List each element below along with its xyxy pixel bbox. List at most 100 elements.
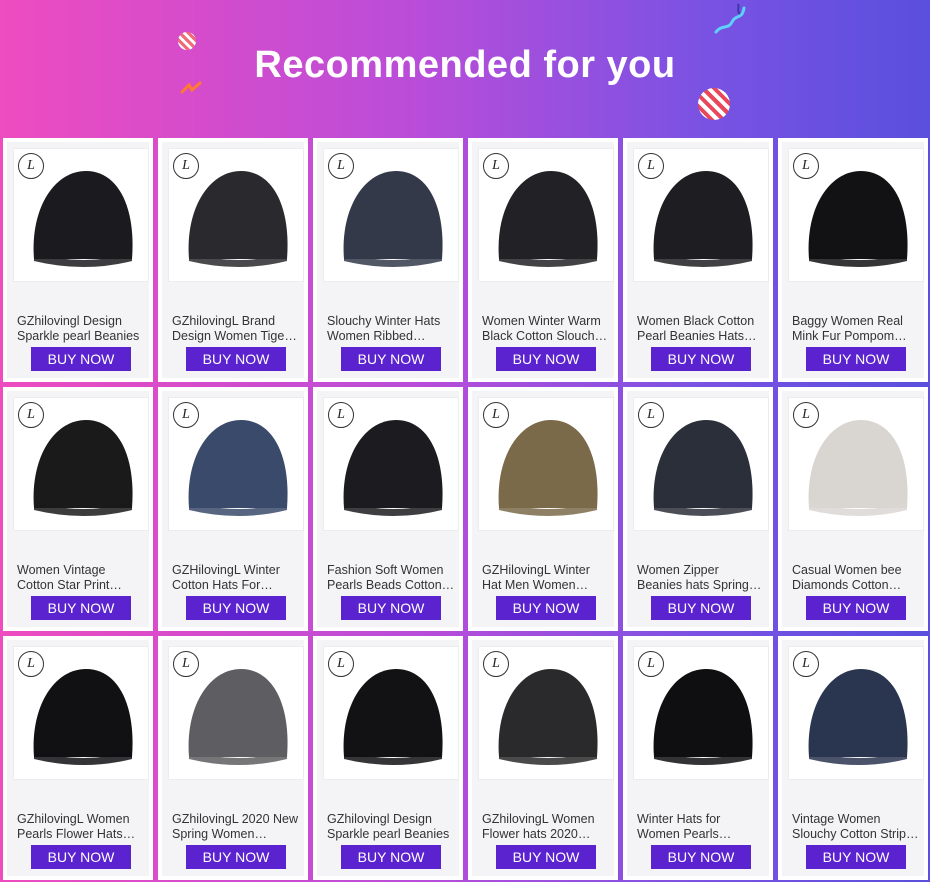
buy-now-button[interactable]: BUY NOW — [186, 347, 286, 371]
product-title[interactable]: Baggy Women Real Mink Fur Pompom Beanie — [792, 314, 920, 344]
product-image[interactable]: L — [168, 397, 304, 531]
product-card[interactable]: L GZHilovingL Winter Cotton Hats For Wome… — [158, 387, 308, 631]
buy-now-button[interactable]: BUY NOW — [31, 845, 131, 869]
product-card[interactable]: L Slouchy Winter Hats Women Ribbed Beanie… — [313, 138, 463, 382]
product-title[interactable]: GZhilovingl Design Sparkle pearl Beanies — [327, 812, 455, 842]
brand-logo-icon: L — [483, 402, 509, 428]
buy-now-button[interactable]: BUY NOW — [186, 596, 286, 620]
product-title[interactable]: Casual Women bee Diamonds Cotton Beanie — [792, 563, 920, 593]
product-title[interactable]: GZhilovingL Brand Design Women Tiger Hat… — [172, 314, 300, 344]
product-card[interactable]: L GZhilovingL Women Pearls Flower Hats Ca… — [3, 636, 153, 880]
product-image[interactable]: L — [13, 646, 149, 780]
product-card[interactable]: L Women Vintage Cotton Star Print Beanie B… — [3, 387, 153, 631]
product-card[interactable]: L Women Zipper Beanies hats Spring Autumn… — [623, 387, 773, 631]
product-title[interactable]: GZHilovingL Winter Hat Men Women Camoufl… — [482, 563, 610, 593]
product-card-body: L GZHilovingL Winter Cotton Hats For Wome… — [162, 391, 304, 627]
product-image[interactable]: L — [478, 397, 614, 531]
product-title[interactable]: Vintage Women Slouchy Cotton Stripe Hat — [792, 812, 920, 842]
striped-ball-icon — [698, 88, 730, 120]
buy-now-button[interactable]: BUY NOW — [31, 347, 131, 371]
product-card-body: L GZhilovingL 2020 New Spring Women Beani… — [162, 640, 304, 876]
product-card-body: L GZhilovingL Brand Design Women Tiger Ha… — [162, 142, 304, 378]
product-card-body: L Women Winter Warm Black Cotton Slouchy … — [472, 142, 614, 378]
product-title[interactable]: GZhilovingl Design Sparkle pearl Beanies — [17, 314, 145, 344]
product-title[interactable]: Women Vintage Cotton Star Print Beanie — [17, 563, 145, 593]
product-card-body: L GZhilovingL Women Flower hats 2020 Spri… — [472, 640, 614, 876]
brand-logo-icon: L — [793, 402, 819, 428]
buy-now-button[interactable]: BUY NOW — [31, 596, 131, 620]
product-image[interactable]: L — [478, 646, 614, 780]
brand-logo-icon: L — [328, 651, 354, 677]
product-card[interactable]: L GZhilovingL 2020 New Spring Women Beani… — [158, 636, 308, 880]
product-card[interactable]: L Casual Women bee Diamonds Cotton Beanie… — [778, 387, 928, 631]
product-image[interactable]: L — [168, 148, 304, 282]
product-image[interactable]: L — [168, 646, 304, 780]
product-image[interactable]: L — [633, 397, 769, 531]
brand-logo-icon: L — [638, 153, 664, 179]
buy-now-button[interactable]: BUY NOW — [186, 845, 286, 869]
product-image[interactable]: L — [788, 646, 924, 780]
product-image[interactable]: L — [323, 148, 459, 282]
buy-now-button[interactable]: BUY NOW — [651, 845, 751, 869]
buy-now-button[interactable]: BUY NOW — [651, 596, 751, 620]
product-card[interactable]: L Fashion Soft Women Pearls Beads Cotton … — [313, 387, 463, 631]
brand-logo-icon: L — [793, 153, 819, 179]
product-card[interactable]: L Vintage Women Slouchy Cotton Stripe Hat… — [778, 636, 928, 880]
product-title[interactable]: GZhilovingL 2020 New Spring Women Beanie… — [172, 812, 300, 842]
product-card[interactable]: L Baggy Women Real Mink Fur Pompom Beanie… — [778, 138, 928, 382]
product-card-body: L Baggy Women Real Mink Fur Pompom Beanie… — [782, 142, 924, 378]
product-image[interactable]: L — [13, 148, 149, 282]
product-card[interactable]: L GZhilovingL Women Flower hats 2020 Spri… — [468, 636, 618, 880]
product-grid: L GZhilovingl Design Sparkle pearl Beanie… — [0, 138, 930, 882]
product-card[interactable]: L GZhilovingL Brand Design Women Tiger Ha… — [158, 138, 308, 382]
product-card[interactable]: L Women Winter Warm Black Cotton Slouchy … — [468, 138, 618, 382]
product-card[interactable]: L GZhilovingl Design Sparkle pearl Beanie… — [313, 636, 463, 880]
product-card[interactable]: L Women Black Cotton Pearl Beanies Hats S… — [623, 138, 773, 382]
brand-logo-icon: L — [18, 402, 44, 428]
buy-now-button[interactable]: BUY NOW — [341, 347, 441, 371]
brand-logo-icon: L — [328, 153, 354, 179]
product-card[interactable]: L GZhilovingl Design Sparkle pearl Beanie… — [3, 138, 153, 382]
brand-logo-icon: L — [483, 651, 509, 677]
product-card[interactable]: L Winter Hats for Women Pearls Beanies BUY… — [623, 636, 773, 880]
ribbon-streamer-icon — [714, 3, 746, 34]
product-image[interactable]: L — [478, 148, 614, 282]
brand-logo-icon: L — [173, 651, 199, 677]
product-card-body: L GZhilovingl Design Sparkle pearl Beanie… — [7, 142, 149, 378]
buy-now-button[interactable]: BUY NOW — [341, 845, 441, 869]
buy-now-button[interactable]: BUY NOW — [341, 596, 441, 620]
product-image[interactable]: L — [788, 397, 924, 531]
product-card-body: L Slouchy Winter Hats Women Ribbed Beanie… — [317, 142, 459, 378]
buy-now-button[interactable]: BUY NOW — [806, 596, 906, 620]
product-card-body: L Vintage Women Slouchy Cotton Stripe Hat… — [782, 640, 924, 876]
buy-now-button[interactable]: BUY NOW — [496, 596, 596, 620]
buy-now-button[interactable]: BUY NOW — [496, 845, 596, 869]
product-title[interactable]: Fashion Soft Women Pearls Beads Cotton H… — [327, 563, 455, 593]
brand-logo-icon: L — [328, 402, 354, 428]
product-title[interactable]: GZhilovingL Women Pearls Flower Hats Cap… — [17, 812, 145, 842]
buy-now-button[interactable]: BUY NOW — [496, 347, 596, 371]
product-card[interactable]: L GZHilovingL Winter Hat Men Women Camouf… — [468, 387, 618, 631]
product-title[interactable]: Women Zipper Beanies hats Spring Autumn — [637, 563, 765, 593]
product-image[interactable]: L — [323, 646, 459, 780]
brand-logo-icon: L — [173, 402, 199, 428]
brand-logo-icon: L — [18, 651, 44, 677]
product-title[interactable]: GZHilovingL Winter Cotton Hats For Women — [172, 563, 300, 593]
product-image[interactable]: L — [788, 148, 924, 282]
buy-now-button[interactable]: BUY NOW — [806, 845, 906, 869]
product-title[interactable]: Winter Hats for Women Pearls Beanies — [637, 812, 765, 842]
product-image[interactable]: L — [323, 397, 459, 531]
brand-logo-icon: L — [793, 651, 819, 677]
product-title[interactable]: Slouchy Winter Hats Women Ribbed Beanies — [327, 314, 455, 344]
buy-now-button[interactable]: BUY NOW — [806, 347, 906, 371]
product-image[interactable]: L — [633, 646, 769, 780]
product-title[interactable]: Women Black Cotton Pearl Beanies Hats Se… — [637, 314, 765, 344]
product-image[interactable]: L — [633, 148, 769, 282]
buy-now-button[interactable]: BUY NOW — [651, 347, 751, 371]
product-image[interactable]: L — [13, 397, 149, 531]
product-title[interactable]: Women Winter Warm Black Cotton Slouchy H… — [482, 314, 610, 344]
product-card-body: L Fashion Soft Women Pearls Beads Cotton … — [317, 391, 459, 627]
product-title[interactable]: GZhilovingL Women Flower hats 2020 Sprin… — [482, 812, 610, 842]
page-title: Recommended for you — [254, 44, 676, 86]
brand-logo-icon: L — [483, 153, 509, 179]
